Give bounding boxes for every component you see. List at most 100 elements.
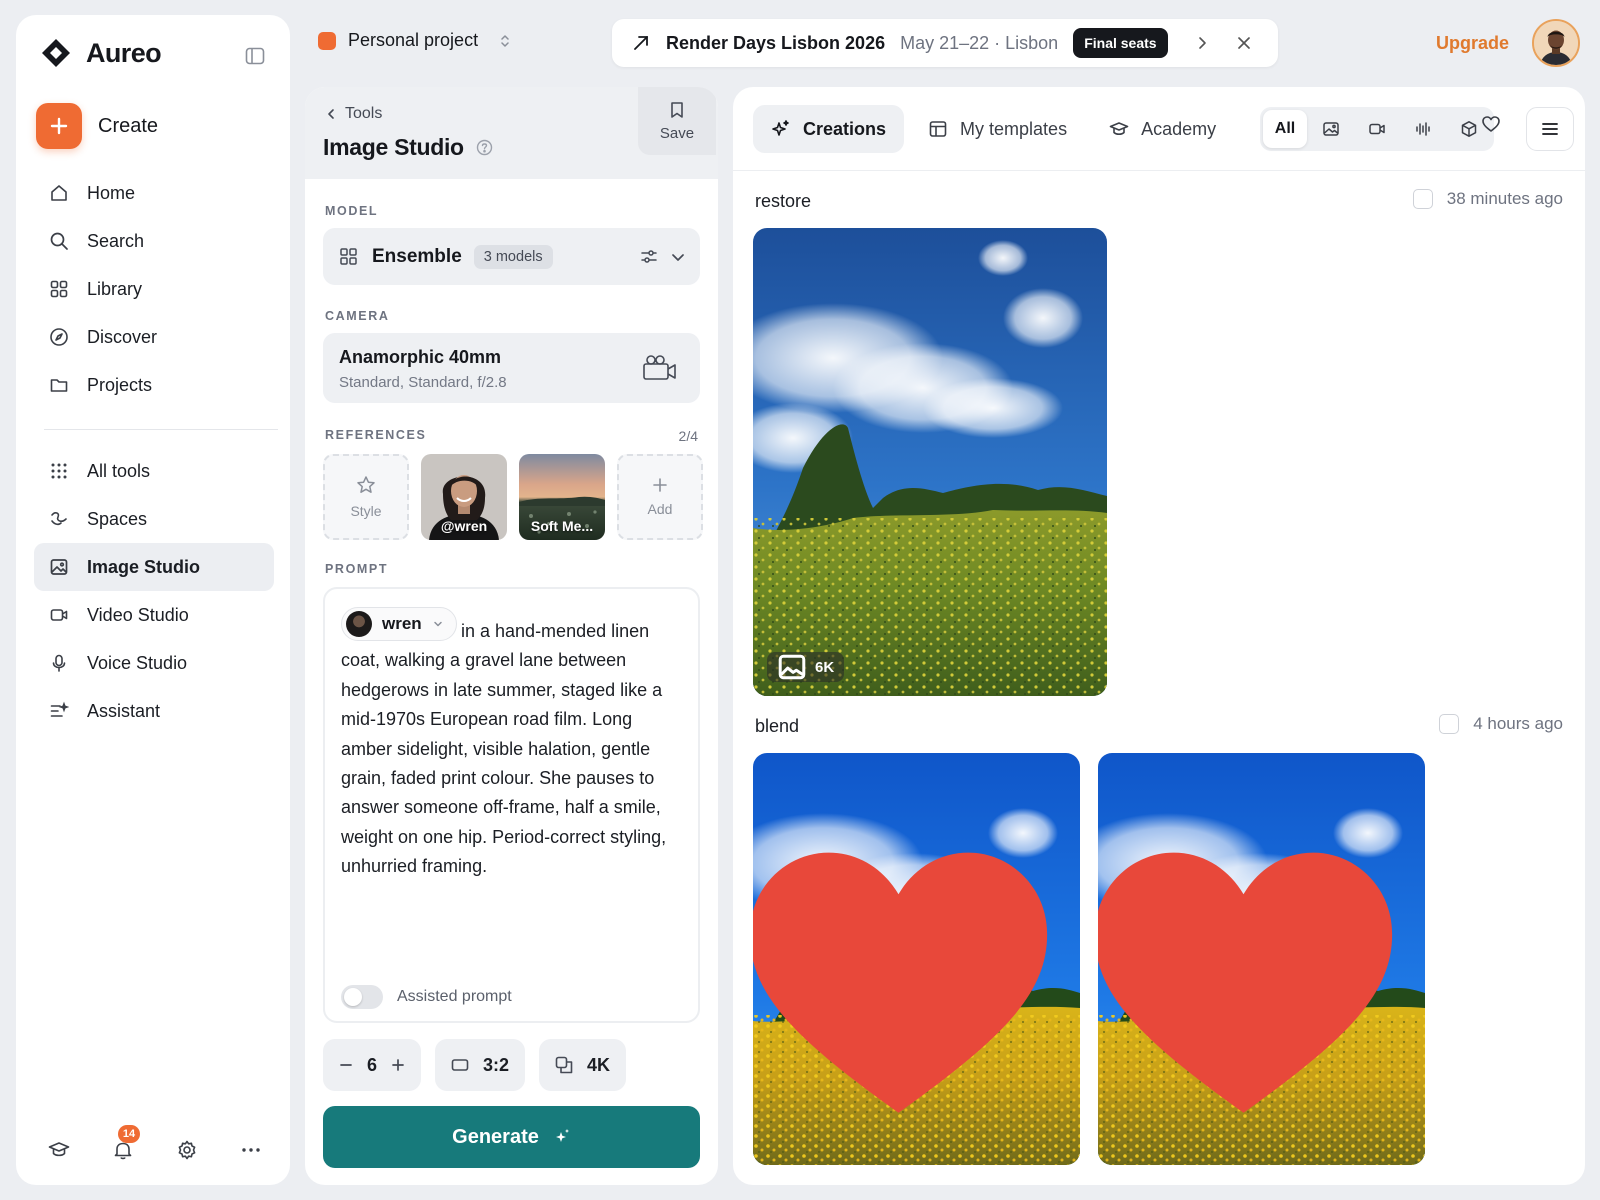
- search-icon: [48, 230, 70, 252]
- nav-spaces[interactable]: Spaces: [34, 495, 274, 543]
- nav-search[interactable]: Search: [34, 217, 274, 265]
- prompt-text[interactable]: in a hand-mended linen coat, walking a g…: [341, 617, 687, 882]
- field-photo: [753, 228, 1107, 696]
- camera-name: Anamorphic 40mm: [339, 347, 502, 367]
- graduation-cap-icon[interactable]: [46, 1137, 72, 1163]
- aspect-ratio-value: 3:2: [483, 1054, 510, 1075]
- nav-assistant[interactable]: Assistant: [34, 687, 274, 735]
- save-label: Save: [659, 124, 695, 142]
- chevron-down-icon[interactable]: [670, 249, 686, 265]
- nav-label: Search: [87, 230, 145, 251]
- filter-all[interactable]: All: [1263, 110, 1307, 148]
- nav-discover[interactable]: Discover: [34, 313, 274, 361]
- sidebar-collapse-icon[interactable]: [244, 45, 266, 67]
- group-select-checkbox[interactable]: [1412, 189, 1433, 209]
- nav-home[interactable]: Home: [34, 169, 274, 217]
- project-switcher[interactable]: Personal project: [318, 30, 512, 51]
- studio-title-text: Image Studio: [323, 134, 464, 160]
- chevron-right-icon[interactable]: [1194, 35, 1210, 51]
- help-icon[interactable]: [476, 139, 493, 156]
- settings-gear-icon[interactable]: [174, 1137, 200, 1163]
- group-timestamp: 38 minutes ago: [1446, 189, 1563, 208]
- notifications-button[interactable]: 14: [110, 1125, 140, 1163]
- home-icon: [48, 182, 70, 204]
- tab-academy[interactable]: Academy: [1091, 105, 1234, 153]
- plus-icon[interactable]: [391, 1058, 405, 1072]
- resolution-icon: [555, 1056, 573, 1074]
- tab-creations[interactable]: Creations: [753, 105, 905, 153]
- favorite-heart-icon[interactable]: [753, 773, 1062, 1165]
- project-color-dot: [318, 31, 336, 50]
- creation-thumbnail[interactable]: 6K: [753, 228, 1107, 696]
- nav-library[interactable]: Library: [34, 265, 274, 313]
- model-selector[interactable]: Ensemble 3 models: [323, 228, 700, 285]
- camera-selector[interactable]: Anamorphic 40mm Standard, Standard, f/2.…: [323, 333, 700, 403]
- nav-projects[interactable]: Projects: [34, 361, 274, 409]
- nav-all-tools[interactable]: All tools: [34, 447, 274, 495]
- resolution-label: 6K: [815, 658, 835, 676]
- assisted-prompt-toggle[interactable]: [341, 985, 383, 1009]
- sliders-icon[interactable]: [640, 248, 658, 266]
- model-count-badge: 3 models: [473, 244, 553, 269]
- image-count: 6: [367, 1054, 378, 1075]
- app-logo[interactable]: Aureo: [40, 37, 162, 69]
- folder-icon: [48, 374, 70, 396]
- resolution-selector[interactable]: 4K: [539, 1039, 627, 1091]
- more-options-icon[interactable]: [238, 1137, 264, 1163]
- upgrade-link[interactable]: Upgrade: [1436, 33, 1509, 54]
- back-to-tools-link[interactable]: Tools: [325, 105, 382, 123]
- nav-image-studio[interactable]: Image Studio: [34, 543, 274, 591]
- video-filter-icon[interactable]: [1355, 110, 1399, 148]
- graduation-cap-icon: [1109, 122, 1129, 136]
- reference-wren[interactable]: @wren: [421, 454, 507, 540]
- audio-filter-icon[interactable]: [1401, 110, 1445, 148]
- image-filter-icon[interactable]: [1309, 110, 1353, 148]
- generation-options: 6 3:2 4K: [323, 1039, 627, 1091]
- gallery-divider: [733, 170, 1585, 171]
- reference-soft-me[interactable]: Soft Me...: [519, 454, 605, 540]
- group-select-checkbox[interactable]: [1439, 714, 1460, 734]
- template-icon: [929, 121, 947, 137]
- nav-label: Assistant: [87, 700, 161, 721]
- image-icon: [778, 654, 806, 680]
- add-reference-button[interactable]: Add: [617, 454, 703, 540]
- nav-label: Image Studio: [87, 556, 201, 577]
- save-button[interactable]: Save: [638, 87, 716, 155]
- compass-icon: [48, 326, 70, 348]
- model-name: Ensemble: [372, 245, 462, 267]
- assisted-prompt-label: Assisted prompt: [397, 988, 512, 1005]
- nav-label: All tools: [87, 460, 151, 481]
- logo-mark-icon: [42, 39, 70, 67]
- style-reference-slot[interactable]: Style: [323, 454, 409, 540]
- nav-video-studio[interactable]: Video Studio: [34, 591, 274, 639]
- event-banner[interactable]: Render Days Lisbon 2026 May 21–22 · Lisb…: [612, 19, 1278, 67]
- movie-camera-icon: [642, 353, 678, 383]
- minus-icon[interactable]: [339, 1058, 353, 1072]
- references-row: Style @wren Soft Me... Add: [323, 454, 703, 540]
- prompt-editor[interactable]: in a hand-mended linen coat, walking a g…: [323, 587, 700, 1023]
- nav-label: Library: [87, 278, 143, 299]
- aspect-ratio-selector[interactable]: 3:2: [435, 1039, 526, 1091]
- plus-icon: [36, 103, 82, 149]
- tools-nav: All tools Spaces Image Studio Video Stud…: [34, 447, 274, 735]
- favorites-heart-icon[interactable]: [1481, 114, 1501, 134]
- nav-voice-studio[interactable]: Voice Studio: [34, 639, 274, 687]
- user-avatar[interactable]: [1532, 19, 1580, 67]
- menu-hamburger-icon[interactable]: [1526, 107, 1574, 151]
- creation-thumbnail[interactable]: [753, 753, 1080, 1165]
- creation-thumbnail[interactable]: [1098, 753, 1425, 1165]
- mention-chip[interactable]: wren: [341, 607, 457, 641]
- sidebar: Aureo Create Home Search Library Discove…: [16, 15, 290, 1185]
- app-name: Aureo: [86, 37, 162, 68]
- tab-label: Academy: [1141, 118, 1217, 139]
- tab-my-templates[interactable]: My templates: [910, 105, 1085, 153]
- nav-label: Discover: [87, 326, 158, 347]
- spaces-icon: [48, 508, 70, 530]
- gallery-tabs: Creations My templates Academy: [753, 105, 1234, 153]
- generate-button[interactable]: Generate: [323, 1106, 700, 1168]
- create-button[interactable]: Create: [36, 103, 158, 149]
- close-icon[interactable]: [1236, 35, 1252, 51]
- group-title-blend: blend: [755, 716, 800, 736]
- camera-section-label: CAMERA: [325, 309, 390, 323]
- favorite-heart-icon[interactable]: [1098, 773, 1407, 1165]
